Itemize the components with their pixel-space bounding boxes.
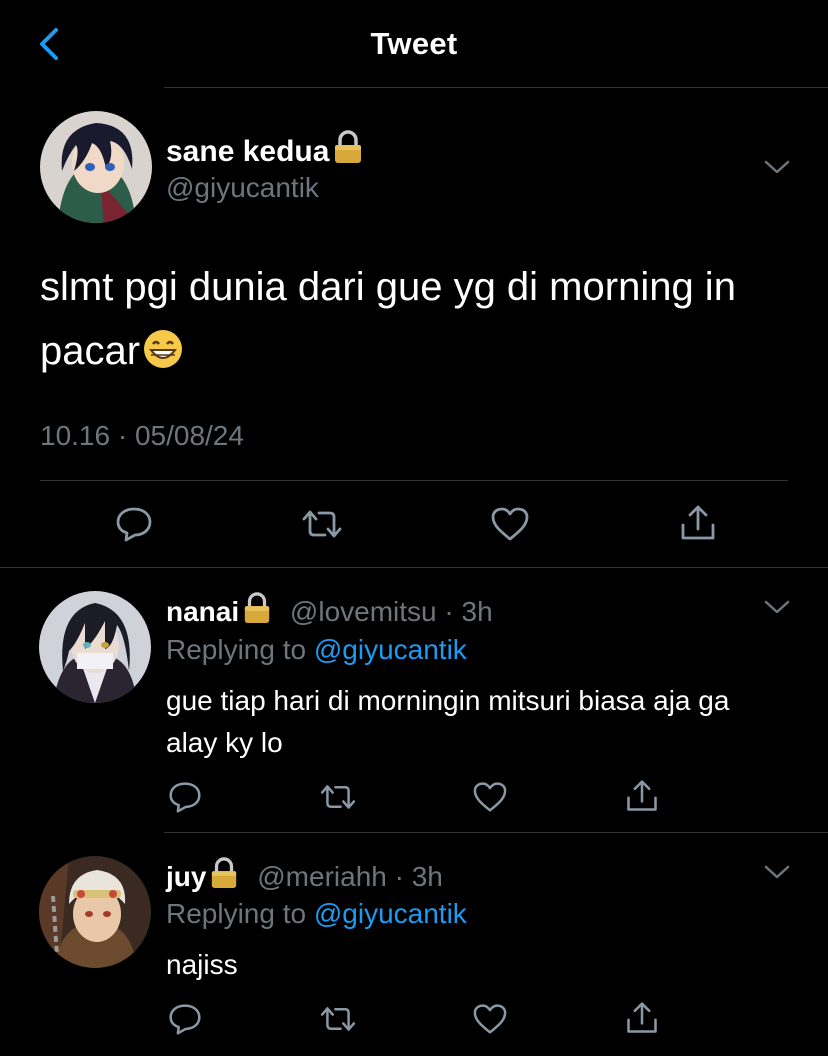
- like-button[interactable]: [472, 1003, 508, 1035]
- share-button[interactable]: [678, 503, 718, 543]
- share-button[interactable]: [624, 1000, 660, 1036]
- avatar[interactable]: [39, 591, 151, 703]
- retweet-button[interactable]: [318, 782, 358, 812]
- reply-header: juy @meriahh · 3h: [166, 857, 443, 896]
- user-handle[interactable]: @lovemitsu: [290, 596, 437, 627]
- reply-time[interactable]: · 3h: [444, 596, 492, 627]
- avatar[interactable]: [39, 856, 151, 968]
- top-bar: Tweet: [0, 0, 828, 88]
- grinning-face-emoji: [142, 325, 184, 389]
- display-name[interactable]: juy: [166, 861, 206, 892]
- divider: [40, 480, 788, 481]
- lock-icon: [209, 857, 239, 896]
- tweet-text: slmt pgi dunia dari gue yg di morning in…: [40, 255, 800, 389]
- retweet-icon: [320, 785, 356, 809]
- divider: [164, 832, 828, 833]
- share-button[interactable]: [624, 778, 660, 814]
- heart-icon: [491, 507, 529, 541]
- mention-link[interactable]: @giyucantik: [314, 634, 467, 665]
- user-handle[interactable]: @giyucantik: [166, 172, 319, 204]
- avatar[interactable]: [40, 111, 152, 223]
- page-title: Tweet: [370, 26, 458, 61]
- divider: [164, 87, 828, 88]
- share-icon: [627, 1002, 657, 1033]
- reply-button[interactable]: [115, 505, 153, 543]
- comment-icon: [169, 782, 201, 813]
- mention-link[interactable]: @giyucantik: [314, 898, 467, 929]
- reply-text: gue tiap hari di morningin mitsuri biasa…: [166, 685, 730, 758]
- reply-button[interactable]: [168, 780, 202, 814]
- reply-menu-button[interactable]: [763, 863, 791, 881]
- display-name[interactable]: sane kedua: [166, 130, 364, 172]
- comment-icon: [169, 1004, 201, 1035]
- reply-menu-button[interactable]: [763, 598, 791, 616]
- like-button[interactable]: [490, 506, 530, 542]
- retweet-button[interactable]: [300, 507, 344, 541]
- comment-icon: [116, 507, 152, 542]
- chevron-down-icon: [764, 600, 790, 614]
- retweet-icon: [320, 1007, 356, 1031]
- heart-icon: [473, 782, 507, 812]
- lock-icon: [242, 592, 272, 631]
- retweet-icon: [302, 510, 342, 538]
- tweet-timestamp[interactable]: 10.16 · 05/08/24: [40, 420, 244, 452]
- lock-icon: [332, 130, 364, 172]
- chevron-down-icon: [764, 160, 790, 174]
- share-icon: [627, 780, 657, 811]
- retweet-button[interactable]: [318, 1004, 358, 1034]
- reply-time[interactable]: · 3h: [395, 861, 443, 892]
- replying-to: Replying to @giyucantik: [166, 898, 467, 929]
- reply-text: najiss: [166, 949, 238, 980]
- reply-button[interactable]: [168, 1002, 202, 1036]
- chevron-down-icon: [764, 865, 790, 879]
- tweet-menu-button[interactable]: [763, 158, 791, 176]
- share-icon: [681, 505, 715, 540]
- like-button[interactable]: [472, 781, 508, 813]
- replying-to: Replying to @giyucantik: [166, 634, 467, 665]
- heart-icon: [473, 1004, 507, 1034]
- display-name[interactable]: nanai: [166, 596, 239, 627]
- divider: [0, 567, 828, 568]
- user-handle[interactable]: @meriahh: [257, 861, 387, 892]
- reply-header: nanai @lovemitsu · 3h: [166, 592, 493, 631]
